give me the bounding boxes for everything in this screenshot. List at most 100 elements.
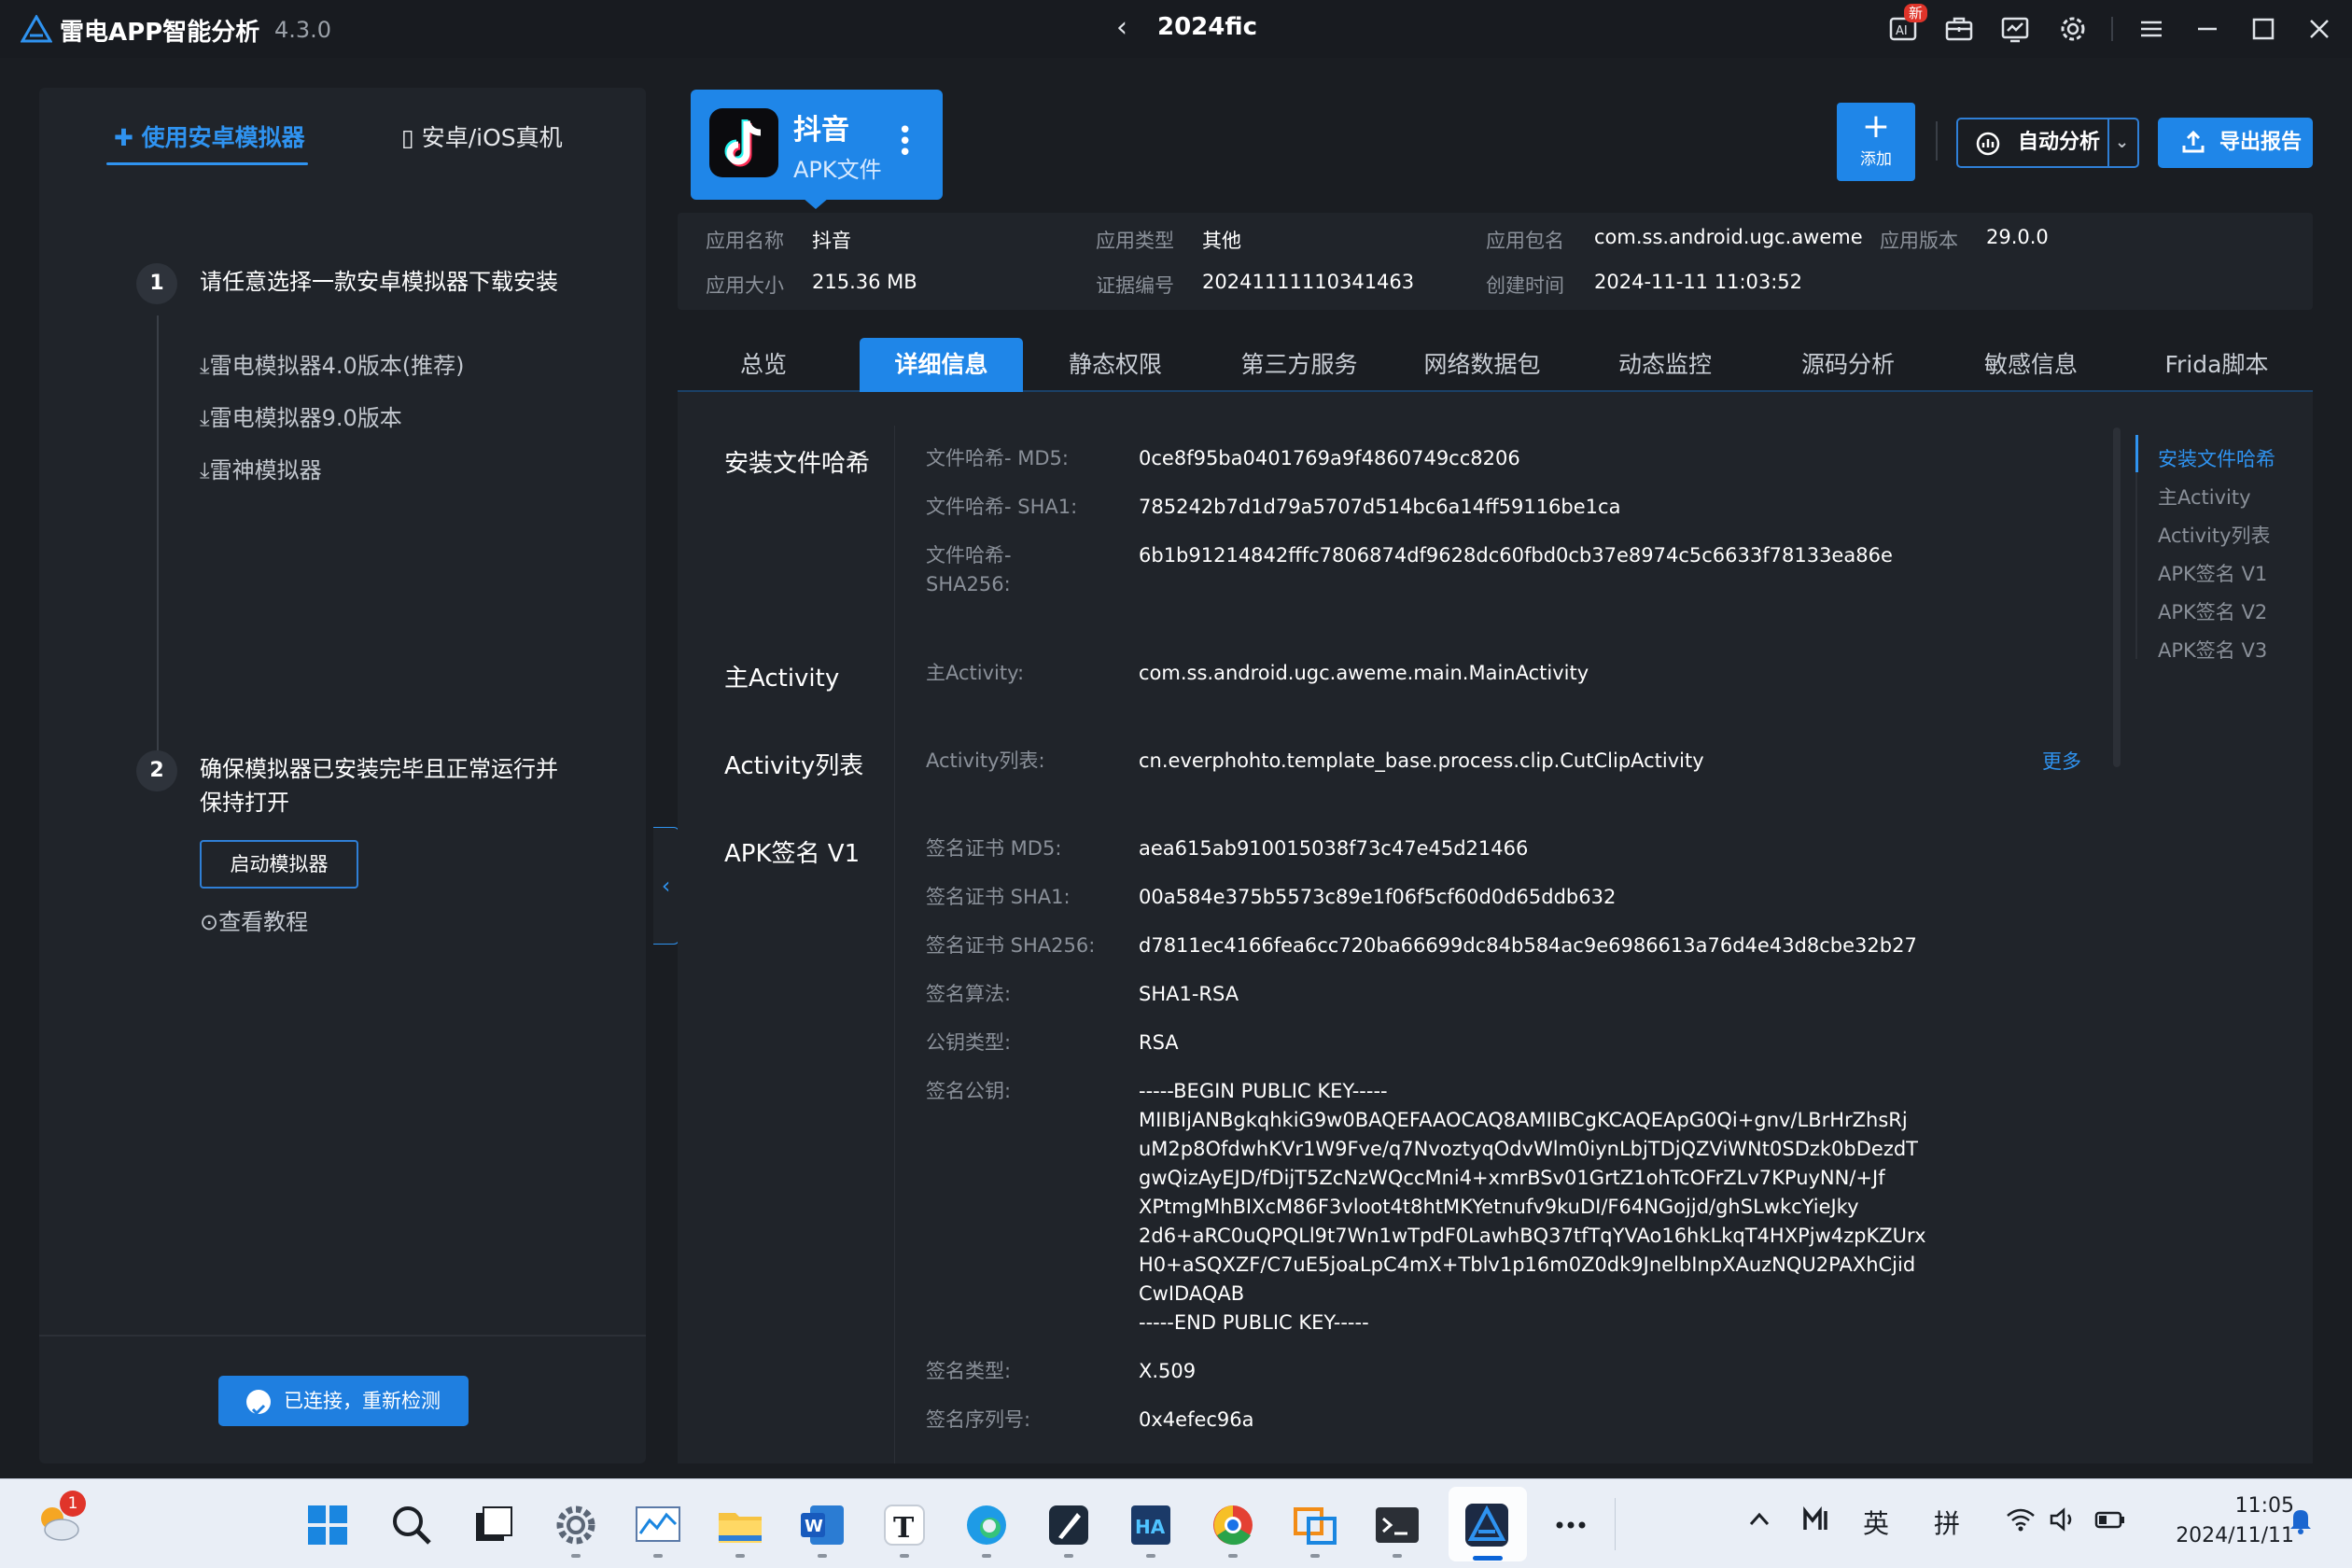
minimize-icon[interactable] [2191, 13, 2223, 45]
add-button-label: 添加 [1860, 150, 1892, 169]
anchor-apk-v1[interactable]: APK签名 V1 [2158, 559, 2267, 587]
section-title-hash: 安装文件哈希 [724, 450, 871, 478]
download-leishen-link[interactable]: ⤓雷神模拟器 [200, 452, 322, 484]
monitor-icon[interactable] [1999, 13, 2031, 45]
word-icon[interactable]: W [797, 1500, 847, 1550]
clock-time[interactable]: 11:05 [2216, 1494, 2294, 1518]
remote-desktop-icon[interactable] [1290, 1500, 1340, 1550]
battery-icon[interactable] [2094, 1504, 2126, 1543]
toolbox-icon[interactable] [1943, 13, 1975, 45]
search-icon[interactable] [386, 1500, 437, 1550]
running-indicator [1228, 1554, 1238, 1558]
chevron-down-icon[interactable]: ⌄ [2115, 119, 2129, 166]
tab-static-permissions[interactable]: 静态权限 [1032, 338, 1198, 392]
hex-analyzer-icon[interactable]: HA [1126, 1500, 1176, 1550]
evidence-id-value: 20241111110341463 [1202, 271, 1415, 293]
volume-icon[interactable] [2048, 1504, 2079, 1543]
ime-mode[interactable]: 拼 [1934, 1504, 1960, 1541]
auto-analysis-button[interactable]: 自动分析 ⌄ [1956, 118, 2139, 168]
tab-frida-script[interactable]: Frida脚本 [2128, 338, 2305, 392]
view-tutorial-link[interactable]: ⊙查看教程 [200, 903, 308, 936]
more-apps-icon[interactable] [1546, 1500, 1596, 1550]
file-explorer-icon[interactable] [715, 1500, 765, 1550]
back-chevron-icon[interactable]: ‹ [1116, 11, 1127, 44]
typora-icon[interactable]: T [879, 1500, 930, 1550]
reconnect-label: 已连接，重新检测 [284, 1390, 441, 1412]
gear-icon[interactable] [2057, 13, 2089, 45]
key-type-label: 公钥类型: [926, 1031, 1012, 1054]
performance-monitor-icon[interactable] [633, 1500, 683, 1550]
tab-sensitive-info[interactable]: 敏感信息 [1945, 338, 2117, 392]
notification-bell-icon[interactable] [2285, 1504, 2317, 1543]
tab-details[interactable]: 详细信息 [860, 338, 1023, 392]
tab-network-packets[interactable]: 网络数据包 [1396, 338, 1568, 392]
tab-android-emulator-label: 使用安卓模拟器 [141, 124, 305, 151]
analysis-tabs: 总览 详细信息 静态权限 第三方服务 网络数据包 动态监控 源码分析 敏感信息 … [678, 338, 2313, 392]
wifi-icon[interactable] [2005, 1504, 2037, 1543]
edge-browser-icon[interactable] [961, 1500, 1012, 1550]
tab-overview[interactable]: 总览 [687, 338, 840, 392]
anchor-apk-v3[interactable]: APK签名 V3 [2158, 636, 2267, 664]
running-indicator [982, 1554, 991, 1558]
start-emulator-button[interactable]: 启动模拟器 [200, 840, 358, 889]
terminal-icon[interactable] [1372, 1500, 1422, 1550]
ime-language[interactable]: 英 [1863, 1504, 1889, 1541]
app-info-bar: 应用名称 抖音 应用类型 其他 应用包名 com.ss.android.ugc.… [678, 213, 2313, 310]
step-number-1: 1 [136, 263, 177, 304]
taskbar-divider [1615, 1498, 1616, 1550]
anchor-activity-list[interactable]: Activity列表 [2158, 521, 2271, 549]
activity-list-value: cn.everphohto.template_base.process.clip… [1139, 749, 1704, 772]
running-indicator [1310, 1554, 1320, 1558]
maximize-icon[interactable] [2247, 13, 2279, 45]
douyin-logo-icon [709, 108, 778, 177]
check-circle-icon [246, 1390, 271, 1416]
export-report-button[interactable]: 导出报告 [2158, 118, 2313, 168]
step-number-2: 2 [136, 750, 177, 791]
download-leishen-label: 雷神模拟器 [209, 457, 322, 483]
upload-icon [2182, 130, 2205, 153]
more-vertical-icon[interactable]: • • • [898, 119, 912, 165]
content-scrollbar[interactable] [2113, 427, 2121, 767]
plus-icon: + [1861, 107, 1891, 146]
app-card[interactable]: 抖音 APK文件 • • • [691, 90, 943, 200]
settings-gear-icon[interactable] [551, 1500, 601, 1550]
app-logo-icon [21, 15, 52, 43]
view-tutorial-label: 查看教程 [218, 909, 309, 935]
pen-app-icon[interactable] [1043, 1500, 1094, 1550]
clock-date[interactable]: 2024/11/11 [2147, 1524, 2294, 1547]
download-ldplayer4-link[interactable]: ⤓雷电模拟器4.0版本(推荐) [200, 347, 465, 380]
app-tray-icon[interactable] [1801, 1504, 1833, 1543]
sha1-value: 785242b7d1d79a5707d514bc6a14ff59116be1ca [1139, 496, 1621, 518]
download-ldplayer9-link[interactable]: ⤓雷电模拟器9.0版本 [200, 399, 402, 432]
close-icon[interactable] [2303, 13, 2335, 45]
sha256-label: 文件哈希- SHA256: [926, 544, 1012, 595]
activity-list-more-link[interactable]: 更多 [2042, 747, 2081, 775]
anchor-hash[interactable]: 安装文件哈希 [2158, 444, 2275, 472]
running-indicator [653, 1554, 663, 1558]
chrome-browser-icon[interactable] [1208, 1500, 1258, 1550]
tab-real-device[interactable]: ▯ 安卓/iOS真机 [401, 119, 563, 153]
task-view-icon[interactable] [469, 1500, 519, 1550]
collapse-panel-chevron-icon[interactable]: ‹ [653, 827, 679, 945]
version-value: 29.0.0 [1986, 226, 2049, 248]
add-button[interactable]: + 添加 [1837, 103, 1915, 181]
anchor-apk-v2[interactable]: APK签名 V2 [2158, 597, 2267, 625]
package-label: 应用包名 [1486, 230, 1564, 252]
app-size-value: 215.36 MB [812, 271, 917, 293]
tab-third-party-services[interactable]: 第三方服务 [1213, 338, 1385, 392]
menu-icon[interactable] [2135, 13, 2167, 45]
reconnect-button[interactable]: 已连接，重新检测 [218, 1376, 469, 1426]
cert-sha256-label: 签名证书 SHA256: [926, 934, 1096, 957]
tab-android-emulator[interactable]: ✚ 使用安卓模拟器 [114, 119, 305, 153]
tab-dynamic-monitor[interactable]: 动态监控 [1579, 338, 1751, 392]
tab-source-analysis[interactable]: 源码分析 [1762, 338, 1934, 392]
md5-value: 0ce8f95ba0401769a9f4860749cc8206 [1139, 447, 1520, 469]
anchor-main-activity[interactable]: 主Activity [2158, 483, 2251, 511]
download-ldplayer4-label: 雷电模拟器4.0版本(推荐) [209, 353, 465, 379]
sign-algo-label: 签名算法: [926, 983, 1012, 1005]
start-windows-icon[interactable] [302, 1500, 353, 1550]
app-name-title: 抖音 [793, 114, 849, 147]
leidian-app-icon[interactable] [1462, 1500, 1512, 1550]
chevron-up-icon[interactable] [1743, 1504, 1775, 1543]
running-indicator [571, 1554, 581, 1558]
